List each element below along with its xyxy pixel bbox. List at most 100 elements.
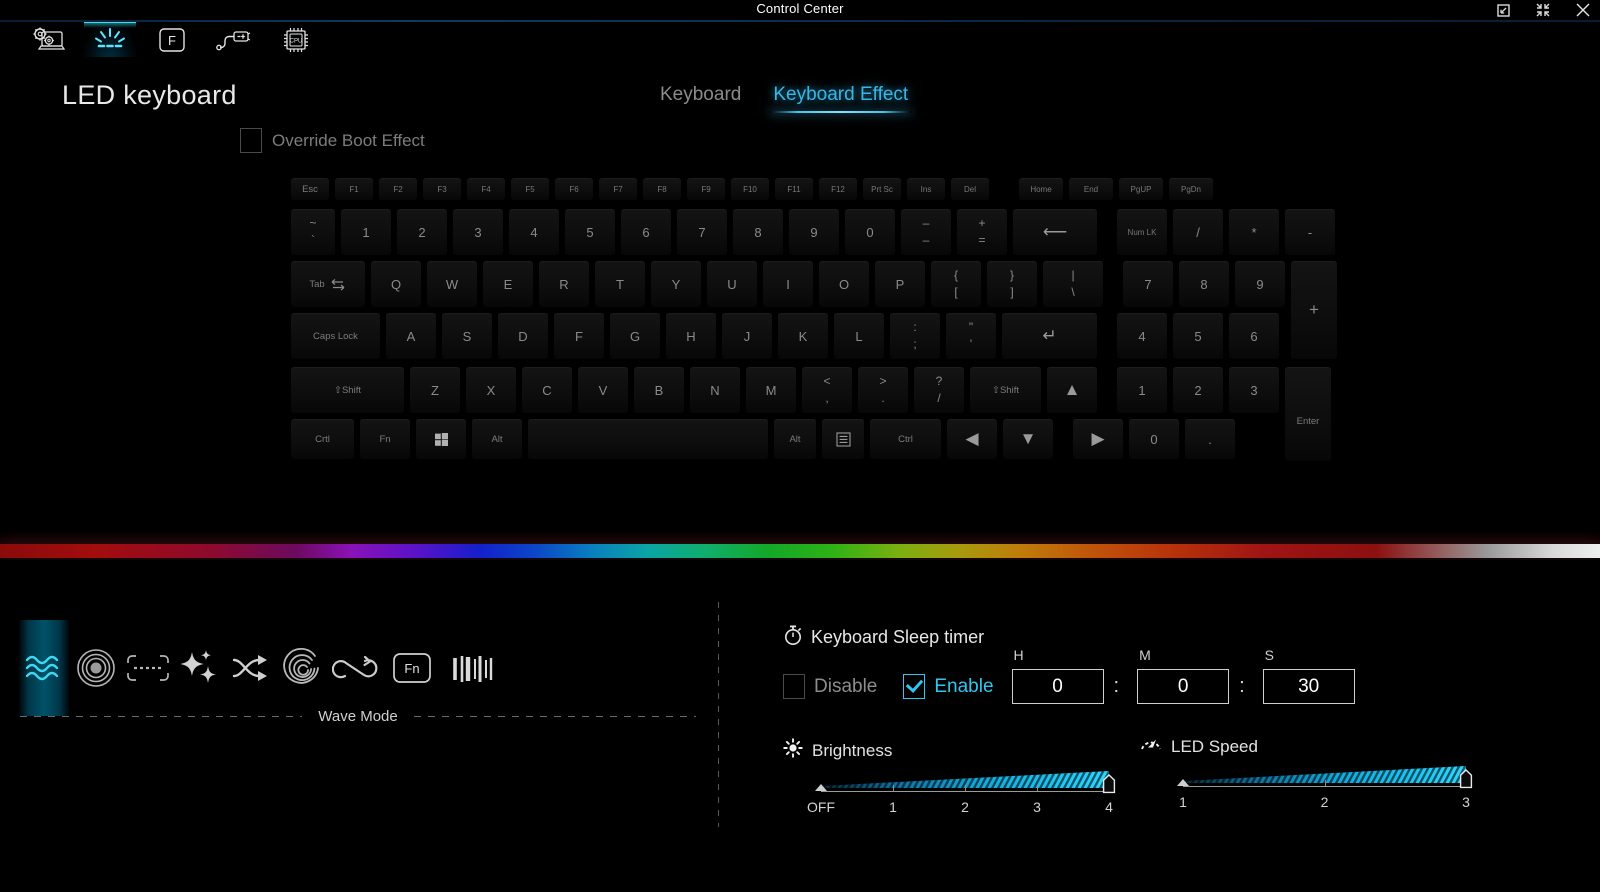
keyboard-key[interactable]: Caps Lock: [291, 313, 380, 359]
keyboard-key[interactable]: F12: [819, 178, 857, 200]
keyboard-key[interactable]: ▲: [1047, 367, 1097, 413]
keyboard-key[interactable]: X: [466, 367, 516, 413]
keyboard-key[interactable]: Prt Sc: [863, 178, 901, 200]
slider-handle[interactable]: [1459, 769, 1473, 789]
keyboard-key[interactable]: Tab: [291, 261, 365, 307]
keyboard-key[interactable]: F5: [511, 178, 549, 200]
keyboard-key[interactable]: F1: [335, 178, 373, 200]
keyboard-key[interactable]: 4: [509, 209, 559, 255]
keyboard-key[interactable]: Ins: [907, 178, 945, 200]
keyboard-key[interactable]: }]: [987, 261, 1037, 307]
keyboard-key[interactable]: [528, 419, 768, 459]
keyboard-key[interactable]: T: [595, 261, 645, 307]
keyboard-key[interactable]: F3: [423, 178, 461, 200]
minimize-window-button[interactable]: [1532, 0, 1554, 20]
minutes-input[interactable]: [1137, 669, 1230, 704]
keyboard-key[interactable]: Num LK: [1117, 209, 1167, 255]
nav-item-led-keyboard[interactable]: [84, 22, 136, 57]
keyboard-key[interactable]: 0: [1129, 419, 1179, 459]
keyboard-key[interactable]: PgUP: [1119, 178, 1163, 200]
keyboard-key[interactable]: W: [427, 261, 477, 307]
keyboard-key[interactable]: 2: [1173, 367, 1223, 413]
keyboard-key[interactable]: 9: [789, 209, 839, 255]
close-window-button[interactable]: [1572, 0, 1594, 20]
keyboard-key[interactable]: /: [1173, 209, 1223, 255]
keyboard-key[interactable]: M: [746, 367, 796, 413]
effect-sparkle-mode[interactable]: [174, 620, 226, 716]
keyboard-key[interactable]: ⇧Shift: [291, 367, 404, 413]
keyboard-key[interactable]: D: [498, 313, 548, 359]
keyboard-key[interactable]: ? /: [914, 367, 964, 413]
keyboard-key[interactable]: 3: [453, 209, 503, 255]
keyboard-key[interactable]: F11: [775, 178, 813, 200]
keyboard-key[interactable]: F2: [379, 178, 417, 200]
nav-item-cpu[interactable]: CPU: [270, 22, 322, 57]
keyboard-key[interactable]: " ': [946, 313, 996, 359]
keyboard-key[interactable]: L: [834, 313, 884, 359]
keyboard-key[interactable]: I: [763, 261, 813, 307]
keyboard-key[interactable]: 0: [845, 209, 895, 255]
keyboard-key[interactable]: *: [1229, 209, 1279, 255]
keyboard-key[interactable]: ▼: [1003, 419, 1053, 459]
led-speed-slider-track[interactable]: 1 2 3: [1140, 764, 1485, 810]
effect-fn-mode[interactable]: Fn: [382, 620, 442, 716]
keyboard-key[interactable]: 6: [621, 209, 671, 255]
keyboard-key[interactable]: ⟵: [1013, 209, 1097, 255]
keyboard-key[interactable]: F7: [599, 178, 637, 200]
keyboard-key[interactable]: 6: [1229, 313, 1279, 359]
keyboard-key-numpad-enter[interactable]: Enter: [1285, 367, 1331, 461]
keyboard-key[interactable]: C: [522, 367, 572, 413]
sleep-timer-enable-toggle[interactable]: Enable: [903, 674, 994, 699]
effect-breathe-mode[interactable]: [70, 620, 122, 716]
keyboard-key[interactable]: Alt: [774, 419, 816, 459]
keyboard-key[interactable]: A: [386, 313, 436, 359]
keyboard-key[interactable]: U: [707, 261, 757, 307]
keyboard-key[interactable]: Z: [410, 367, 460, 413]
disable-checkbox[interactable]: [783, 674, 805, 699]
keyboard-key[interactable]: 5: [565, 209, 615, 255]
keyboard-key[interactable]: H: [666, 313, 716, 359]
enable-checkbox[interactable]: [903, 674, 926, 699]
keyboard-key[interactable]: 7: [1123, 261, 1173, 307]
keyboard-key[interactable]: P: [875, 261, 925, 307]
keyboard-key[interactable]: G: [610, 313, 660, 359]
keyboard-key[interactable]: S: [442, 313, 492, 359]
keyboard-key[interactable]: >.: [858, 367, 908, 413]
nav-item-power-plug[interactable]: [208, 22, 260, 57]
sleep-timer-disable-toggle[interactable]: Disable: [783, 674, 877, 699]
keyboard-key[interactable]: Y: [651, 261, 701, 307]
keyboard-key[interactable]: E: [483, 261, 533, 307]
keyboard-key[interactable]: + =: [957, 209, 1007, 255]
keyboard-key[interactable]: [822, 419, 864, 459]
effect-random-mode[interactable]: [226, 620, 278, 716]
keyboard-key[interactable]: N: [690, 367, 740, 413]
keyboard-key[interactable]: R: [539, 261, 589, 307]
keyboard-key[interactable]: | \: [1043, 261, 1103, 307]
keyboard-key[interactable]: 3: [1229, 367, 1279, 413]
keyboard-key[interactable]: Crtl: [291, 419, 354, 459]
keyboard-key[interactable]: 4: [1117, 313, 1167, 359]
keyboard-key[interactable]: F10: [731, 178, 769, 200]
nav-item-function-key[interactable]: F: [146, 22, 198, 57]
seconds-input[interactable]: [1262, 669, 1355, 704]
keyboard-key[interactable]: :;: [890, 313, 940, 359]
keyboard-key[interactable]: V: [578, 367, 628, 413]
keyboard-key[interactable]: 5: [1173, 313, 1223, 359]
keyboard-key[interactable]: -: [1285, 209, 1335, 255]
keyboard-key[interactable]: Home: [1019, 178, 1063, 200]
hours-input[interactable]: [1011, 669, 1104, 704]
effect-bars-mode[interactable]: [442, 620, 502, 716]
override-boot-effect-checkbox[interactable]: [240, 128, 262, 153]
keyboard-key[interactable]: F6: [555, 178, 593, 200]
keyboard-key[interactable]: Esc: [291, 178, 329, 200]
keyboard-key[interactable]: 1: [1117, 367, 1167, 413]
keyboard-key[interactable]: K: [778, 313, 828, 359]
effect-scan-mode[interactable]: [122, 620, 174, 716]
keyboard-key[interactable]: ⇧Shift: [970, 367, 1041, 413]
keyboard-key[interactable]: 9: [1235, 261, 1285, 307]
nav-item-system-monitor[interactable]: [22, 22, 74, 57]
effect-ripple-mode[interactable]: [278, 620, 330, 716]
keyboard-key[interactable]: End: [1069, 178, 1113, 200]
keyboard-key[interactable]: 2: [397, 209, 447, 255]
keyboard-key[interactable]: ↵: [1002, 313, 1097, 359]
